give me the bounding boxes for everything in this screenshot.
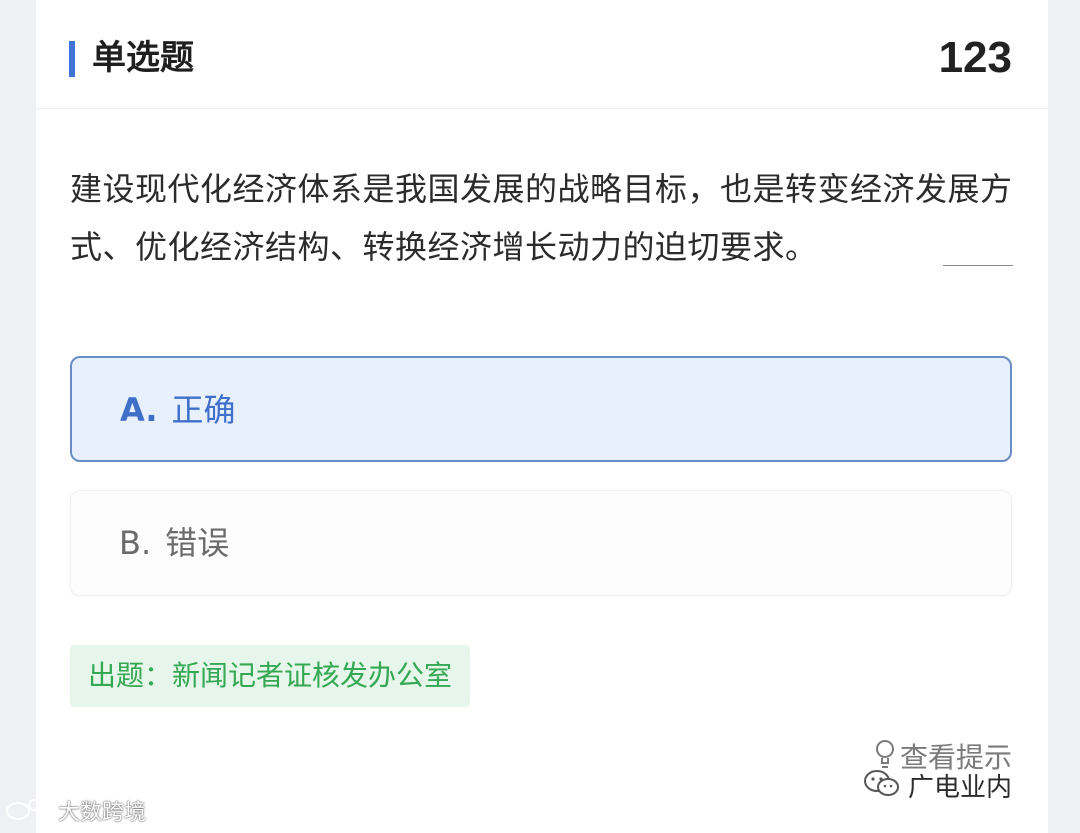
weibo-icon [4,796,52,831]
card-header: 单选题 123 [36,0,1048,109]
header-accent-bar [69,41,75,77]
question-source-badge: 出题：新闻记者证核发办公室 [70,645,471,707]
question-number: 123 [938,33,1012,82]
option-b-text: 错误 [165,524,230,562]
quiz-page: 单选题 123 建设现代化经济体系是我国发展的战略目标，也是转变经济发展方式、优… [0,0,1080,833]
option-a-text: 正确 [171,391,236,429]
option-a-label: A. 正确 [120,386,236,434]
wechat-icon [862,768,902,809]
option-a-letter: A. [120,391,158,429]
option-b-button[interactable]: B. 错误 [70,490,1012,596]
answer-blank [943,265,1013,266]
option-b-label: B. 错误 [119,519,229,567]
wechat-watermark-text: 广电业内 [907,773,1012,803]
question-text: 建设现代化经济体系是我国发展的战略目标，也是转变经济发展方式、优化经济结构、转换… [70,170,1013,266]
question-type-title: 单选题 [92,38,194,78]
wechat-watermark: 广电业内 [862,768,1012,809]
question-card: 单选题 123 建设现代化经济体系是我国发展的战略目标，也是转变经济发展方式、优… [36,0,1048,833]
option-a-button[interactable]: A. 正确 [70,356,1012,462]
option-b-letter: B. [119,524,152,562]
weibo-watermark: 大数跨境 [4,796,146,831]
weibo-watermark-text: 大数跨境 [58,800,147,826]
